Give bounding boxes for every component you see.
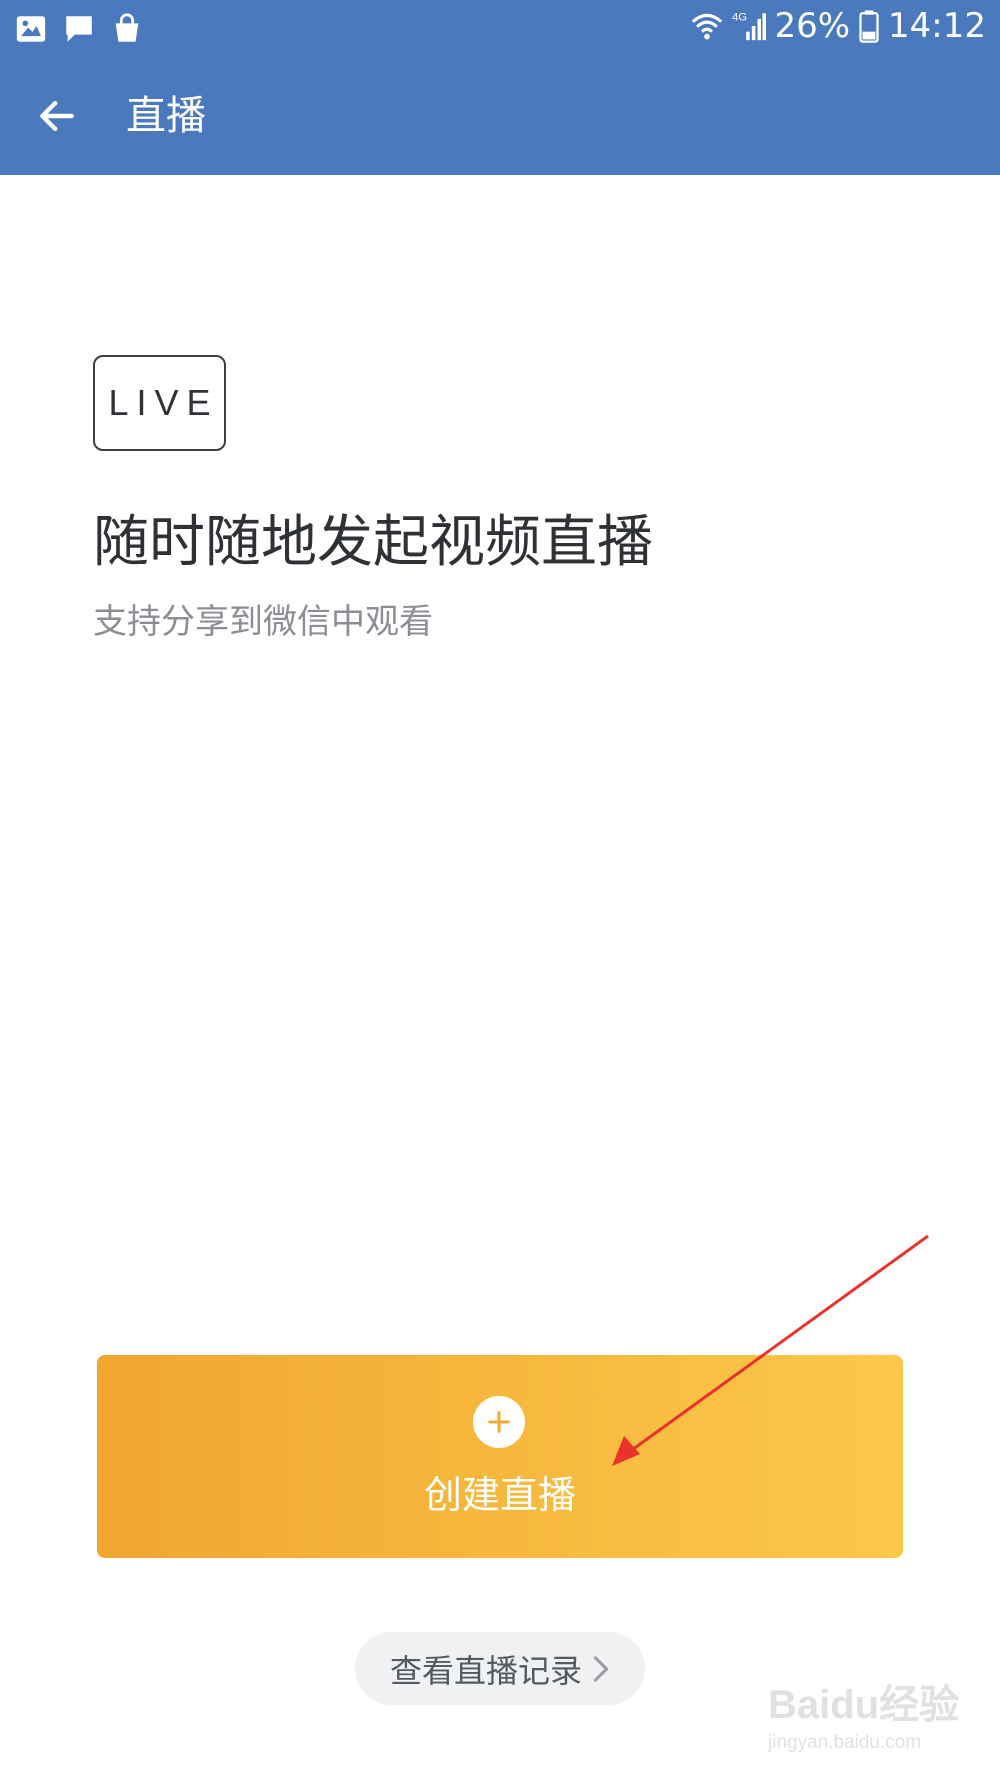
shopping-bag-icon [110,12,144,46]
view-records-label: 查看直播记录 [389,1651,582,1690]
svg-text:4G: 4G [732,11,747,23]
chevron-right-icon [593,1655,609,1682]
status-bar: 4G 26% 14:12 [0,0,1000,58]
watermark: Baidu经验 jingyan.baidu.com [768,1672,968,1762]
live-badge: LIVE [93,355,226,451]
message-icon [62,12,96,46]
arrow-left-icon [40,100,74,132]
headline: 随时随地发起视频直播 [93,510,653,575]
view-records-button[interactable]: 查看直播记录 [355,1632,645,1705]
app-bar: 直播 [0,58,1000,175]
page-title: 直播 [126,93,206,139]
create-live-button[interactable]: 创建直播 [97,1355,903,1558]
wifi-icon [690,9,724,43]
subline: 支持分享到微信中观看 [93,602,433,642]
watermark-brand: Baidu经验 [768,1683,960,1727]
battery-icon [858,9,880,43]
top-bar: 4G 26% 14:12 直播 [0,0,1000,175]
battery-percent: 26% [774,6,851,46]
signal-icon: 4G [732,9,767,43]
clock: 14:12 [888,6,986,46]
back-button[interactable] [22,86,92,146]
create-live-label: 创建直播 [423,1473,576,1517]
gallery-icon [14,12,48,46]
status-notifications [14,12,144,46]
watermark-url: jingyan.baidu.com [768,1732,922,1753]
plus-icon [473,1396,525,1448]
status-system: 4G 26% 14:12 [690,6,986,46]
